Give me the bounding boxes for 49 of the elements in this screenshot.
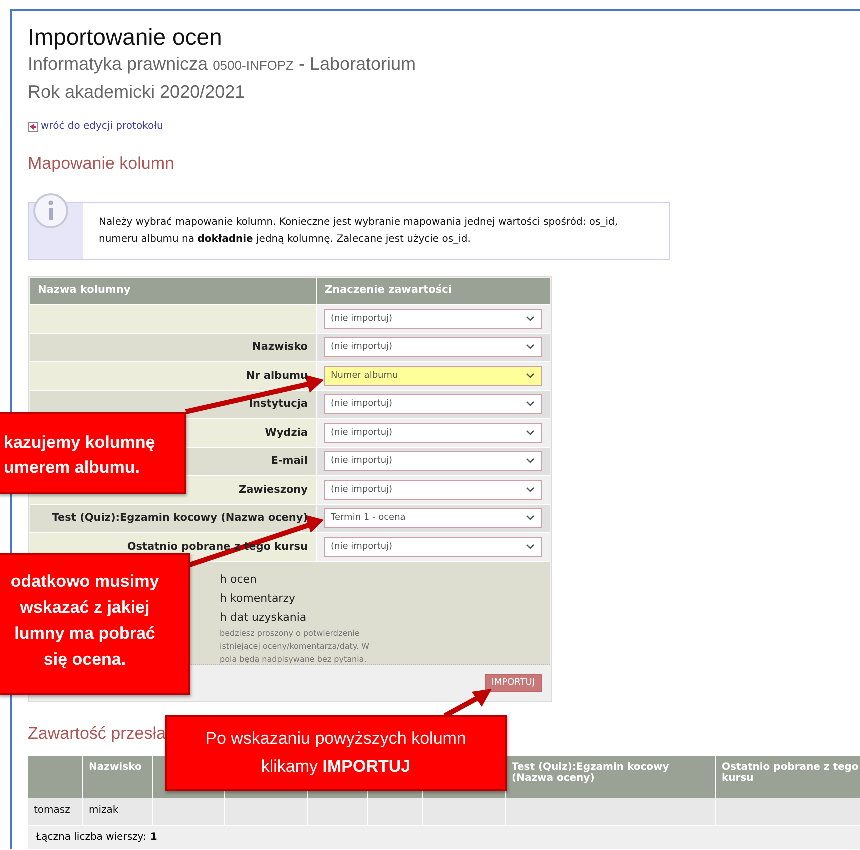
mapping-select[interactable]: (nie importuj)	[324, 308, 542, 329]
mapping-select[interactable]: (nie importuj)	[324, 451, 542, 472]
column-header: Ostatnio pobrane z tego kursu	[716, 756, 860, 798]
callout: odatkowo musimy wskazać z jakiej lumny ma pobrać się ocena.	[0, 553, 190, 695]
mapping-select[interactable]: Numer albumu	[324, 366, 542, 386]
column-name: Nr albumu	[30, 362, 317, 390]
back-icon	[28, 122, 38, 132]
callout: kazujemy kolumnę umerem albumu.	[0, 412, 186, 494]
chevron-icon	[526, 401, 535, 408]
section-heading: Mapowanie kolumn	[28, 154, 176, 174]
total-count: 1	[150, 832, 158, 842]
course-code: 0500-INFOPZ	[213, 57, 294, 75]
chevron-icon	[526, 316, 535, 322]
page-title: Importowanie ocen	[28, 23, 224, 51]
column-header: Nazwa kolumny	[30, 278, 317, 304]
mapping-select[interactable]: Termin 1 - ocena	[324, 508, 542, 528]
column-header: Znaczenie zawartości	[324, 283, 453, 298]
section-heading: Zawartość przesła	[28, 724, 166, 744]
chevron-icon	[526, 344, 535, 350]
table-cell: mizak	[83, 798, 153, 826]
note-text: będziesz proszony o potwierdzenie	[220, 628, 361, 640]
mapping-select[interactable]: (nie importuj)	[324, 536, 542, 557]
mapping-select[interactable]: (nie importuj)	[324, 422, 542, 443]
option-label: h dat uzyskania	[220, 610, 308, 626]
chevron-icon	[526, 515, 535, 522]
chevron-icon	[526, 544, 535, 550]
total-label: Łączna liczba wierszy:	[36, 832, 146, 842]
mapping-select[interactable]: (nie importuj)	[324, 394, 542, 414]
chevron-icon	[526, 486, 535, 493]
course-name: Informatyka prawnicza	[28, 53, 208, 76]
academic-year: Rok akademicki 2020/2021	[28, 81, 246, 104]
course-type: - Laboratorium	[299, 53, 416, 76]
note-text: istniejącej oceny/komentarza/daty. W	[220, 640, 371, 652]
column-header	[28, 756, 83, 798]
note-text: pola będą nadpisywane bez pytania.	[220, 654, 368, 666]
chevron-icon	[526, 458, 535, 464]
chevron-icon	[526, 372, 535, 379]
option-label: h komentarzy	[220, 590, 296, 606]
callout: Po wskazaniu powyższych kolumn klikamy IMPORTUJ	[165, 715, 507, 791]
table-cell: tomasz	[28, 798, 83, 826]
column-header: Nazwisko	[83, 756, 153, 798]
column-header: Test (Quiz):Egzamin kocowy (Nazwa oceny)	[506, 756, 716, 798]
option-label: h ocen	[220, 572, 258, 588]
info-text: Należy wybrać mapowanie kolumn. Konieczne jest wybranie mapowania jednej wartości spośród: os_id, numeru albumu na dokładnie jedną kolumnę. Zalecane jest użycie os_id.	[98, 216, 620, 247]
back-link[interactable]: wróć do edycji protokołu	[41, 121, 164, 132]
chevron-icon	[526, 430, 535, 436]
mapping-select[interactable]: (nie importuj)	[324, 480, 542, 500]
mapping-select[interactable]: (nie importuj)	[324, 337, 542, 358]
column-name: Nazwisko	[30, 334, 317, 361]
